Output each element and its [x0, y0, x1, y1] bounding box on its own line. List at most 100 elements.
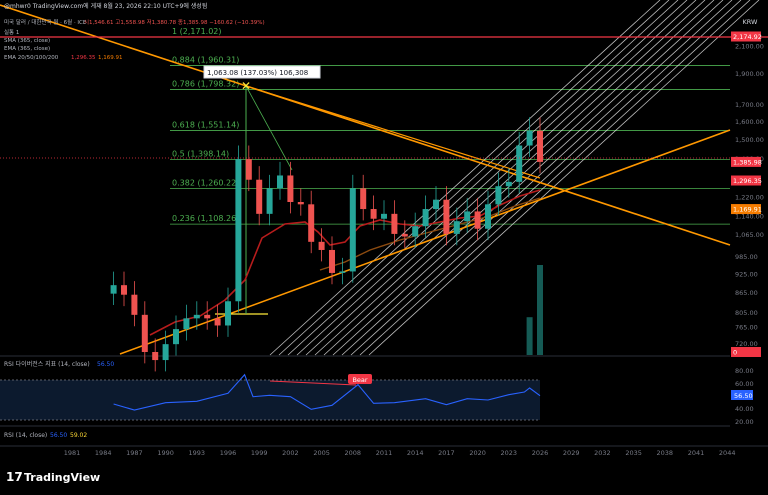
candle-body [308, 204, 315, 242]
candle-body [193, 314, 200, 319]
price-tick: 985.00 [735, 253, 758, 261]
candle-body [505, 181, 512, 187]
time-tick: 2014 [407, 449, 424, 457]
candle-body [214, 318, 221, 326]
candle-body [401, 233, 408, 237]
chart-canvas[interactable]: 1 (2,171.02)0.884 (1,960.31)0.786 (1,798… [0, 0, 768, 491]
price-tick: 1,900.00 [735, 70, 764, 78]
fib-level-label: 0.884 (1,960.31) [172, 55, 239, 64]
time-tick: 2041 [688, 449, 705, 457]
rsi2-value-1: 56.50 [50, 432, 67, 439]
currency-label[interactable]: KRW [743, 18, 759, 26]
time-tick: 2029 [563, 449, 580, 457]
price-tick: 865.00 [735, 289, 758, 297]
candle-body [391, 213, 398, 234]
volume-bar [526, 317, 533, 355]
candle-body [110, 285, 117, 294]
candle-body [318, 241, 325, 250]
rsi-band-background [0, 380, 540, 420]
price-tick: 1,220.00 [735, 193, 764, 201]
price-badge-text: 2,174.92 [733, 33, 762, 41]
candle-body [287, 175, 294, 202]
rsi2-pane[interactable] [0, 428, 730, 446]
candle-body [443, 199, 450, 234]
price-tick: 1,065.00 [735, 231, 764, 239]
indicator-fib-name[interactable]: 실통 1 [4, 28, 19, 36]
indicator-ema-value-1: 1,296.35 [71, 55, 96, 61]
fib-level-label: 0.382 (1,260.22) [172, 178, 239, 187]
measure-tooltip: 1,063.08 (137.03%) 106,308 [207, 69, 308, 77]
fib-level-label: 0.618 (1,551.14) [172, 121, 239, 130]
candle-body [495, 186, 502, 205]
candle-body [329, 249, 335, 273]
time-tick: 2023 [501, 449, 518, 457]
volume-bar [537, 265, 543, 355]
time-tick: 2008 [345, 449, 362, 457]
candle-body [526, 130, 533, 146]
price-tick: 1,700.00 [735, 101, 764, 109]
tv-logo-icon: 17 [6, 470, 23, 484]
rsi-pane-label[interactable]: RSI 다이버전스 지표 (14, close) [4, 360, 90, 368]
ohlc-values: 시1,546.61 고1,558.98 저1,380.78 종1,385.98 … [84, 18, 265, 26]
rsi-tick-40: 40.00 [735, 405, 754, 413]
time-tick: 2044 [719, 449, 736, 457]
candle-body [349, 188, 356, 272]
candle-body [256, 179, 263, 214]
candle-body [381, 213, 387, 219]
symbol-name[interactable]: 미국 달러 / 대한민국 원 · 6월 · ICE [4, 18, 87, 26]
candle-body [162, 344, 169, 361]
price-badge-text: 0 [733, 349, 737, 357]
price-tick: 805.00 [735, 309, 758, 317]
tradingview-logo: 17 TradingView [6, 470, 100, 484]
candle-body [173, 329, 179, 345]
price-badge-text: 1,296.35 [733, 177, 762, 185]
time-tick: 1984 [95, 449, 112, 457]
candle-body [422, 209, 429, 227]
price-tick: 765.00 [735, 323, 758, 331]
indicator-sma[interactable]: SMA (365, close) [4, 38, 50, 44]
candle-body [360, 188, 367, 210]
price-tick: 925.00 [735, 270, 758, 278]
indicator-ema-value-2: 1,169.91 [98, 55, 123, 61]
time-tick: 2032 [594, 449, 611, 457]
price-tick: 1,500.00 [735, 136, 764, 144]
candle-body [516, 145, 523, 182]
fib-level-label: 1 (2,171.02) [172, 27, 222, 36]
candle-body [235, 159, 242, 302]
candle-body [412, 226, 419, 237]
candle-body [131, 294, 138, 315]
fib-level-label: 0.5 (1,398.14) [172, 149, 229, 158]
bear-label: Bear [352, 376, 367, 384]
rsi-value-badge: 56.50 [734, 392, 753, 400]
fib-anchor-high-marker: ✕ [241, 79, 251, 93]
time-tick: 2017 [438, 449, 455, 457]
time-tick: 1987 [126, 449, 143, 457]
time-axis[interactable]: 1981 1984 1987 1990 1993 1996 1999 2002 2005 2008… [64, 449, 736, 457]
tradingview-chart-window: 1 (2,171.02) 0.884 (1,960.31) 0.786 (1,798… [0, 0, 768, 491]
indicator-ema[interactable]: EMA (365, close) [4, 46, 50, 52]
candle-body [464, 211, 471, 222]
rsi-tick-20: 20.00 [735, 418, 754, 426]
time-tick: 2038 [657, 449, 674, 457]
time-tick: 1996 [220, 449, 237, 457]
time-tick: 2011 [376, 449, 393, 457]
price-badge-text: 1,169.91 [733, 206, 762, 214]
candle-body [485, 204, 491, 229]
rsi-tick-60: 60.00 [735, 380, 754, 388]
candle-body [183, 318, 190, 330]
time-tick: 1993 [189, 449, 206, 457]
rsi2-pane-label[interactable]: RSI (14, close) [4, 432, 47, 439]
fib-level-label: 0.236 (1,108.26) [172, 214, 239, 223]
candle-body [266, 188, 273, 214]
indicator-ema-multi[interactable]: EMA 20/50/100/200 [4, 55, 59, 61]
time-tick: 2005 [313, 449, 330, 457]
price-badge-text: 1,385.98 [733, 158, 762, 166]
time-tick: 1981 [64, 449, 81, 457]
rsi2-value-2: 59.02 [70, 432, 87, 439]
candle-body [277, 175, 283, 189]
candle-body [370, 209, 377, 219]
time-tick: 1999 [251, 449, 268, 457]
price-tick: 1,600.00 [735, 118, 764, 126]
candle-body [245, 159, 252, 180]
candle-body [339, 271, 346, 273]
